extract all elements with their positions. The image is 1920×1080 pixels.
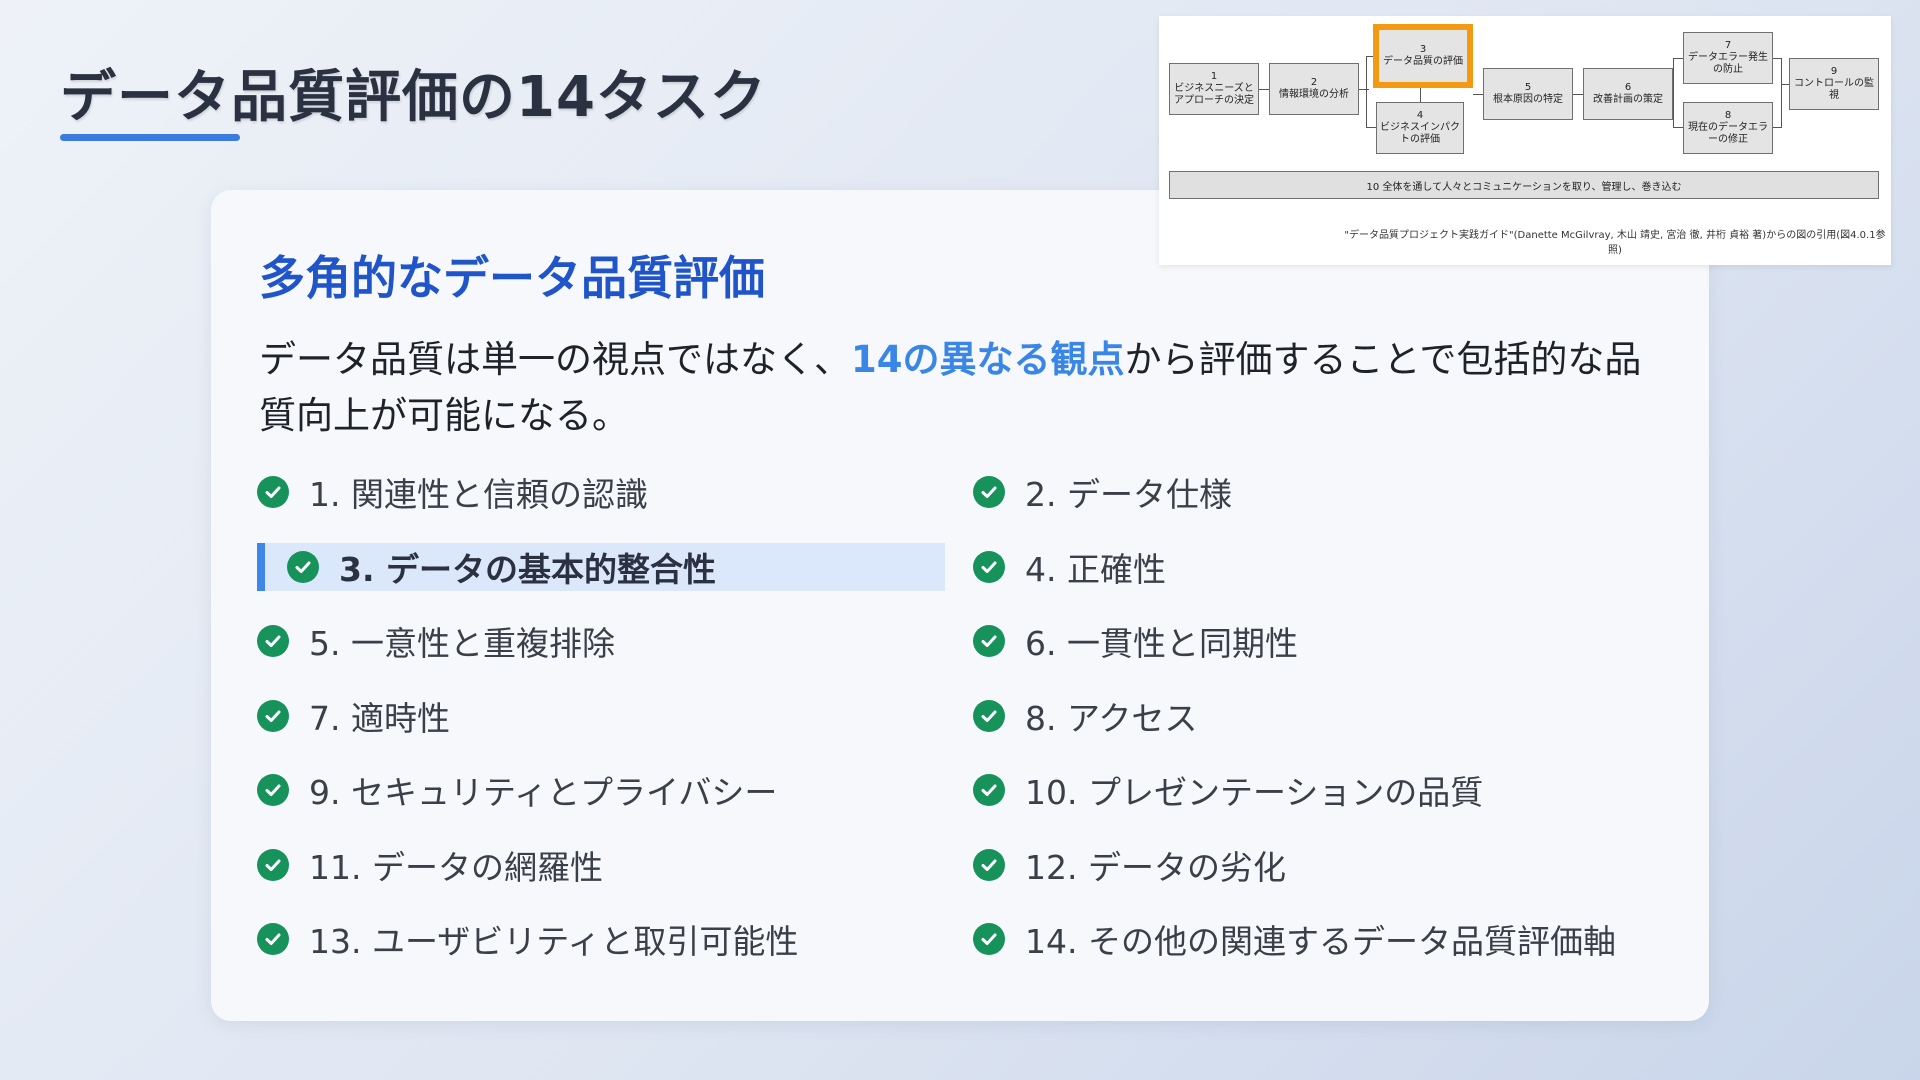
check-circle-icon bbox=[287, 551, 319, 583]
check-circle-icon bbox=[257, 923, 289, 955]
task-item: 4. 正確性 bbox=[973, 543, 1166, 591]
task-item: 6. 一貫性と同期性 bbox=[973, 617, 1298, 665]
check-circle-icon bbox=[973, 774, 1005, 806]
diagram-step-1: 1 ビジネスニーズとアプローチの決定 bbox=[1169, 63, 1259, 115]
connector bbox=[1259, 89, 1269, 90]
task-item: 13. ユーザビリティと取引可能性 bbox=[257, 915, 798, 963]
connector bbox=[1366, 56, 1367, 128]
task-label: 7. 適時性 bbox=[309, 699, 450, 738]
check-circle-icon bbox=[973, 551, 1005, 583]
task-label: 5. 一意性と重複排除 bbox=[309, 624, 615, 663]
connector bbox=[1573, 94, 1583, 95]
task-item: 1. 関連性と信頼の認識 bbox=[257, 468, 648, 516]
desc-highlight: 14の異なる観点 bbox=[851, 338, 1125, 381]
desc-before: データ品質は単一の視点ではなく、 bbox=[259, 338, 851, 381]
connector bbox=[1473, 94, 1483, 95]
title-underline bbox=[60, 134, 240, 141]
card-heading: 多角的なデータ品質評価 bbox=[259, 251, 765, 305]
card-description: データ品質は単一の視点ではなく、14の異なる観点から評価することで包括的な品質向… bbox=[259, 332, 1659, 444]
content-card: 多角的なデータ品質評価 データ品質は単一の視点ではなく、14の異なる観点から評価… bbox=[211, 190, 1709, 1021]
connector bbox=[1781, 58, 1782, 128]
diagram-step-2: 2 情報環境の分析 bbox=[1269, 63, 1359, 115]
check-circle-icon bbox=[257, 625, 289, 657]
connector bbox=[1420, 88, 1421, 102]
diagram-caption: "データ品質プロジェクト実践ガイド"(Danette McGilvray, 木山… bbox=[1344, 230, 1886, 256]
connector bbox=[1359, 89, 1369, 90]
task-label: 8. アクセス bbox=[1025, 699, 1198, 738]
task-label: 13. ユーザビリティと取引可能性 bbox=[309, 922, 799, 961]
connector bbox=[1781, 84, 1789, 85]
task-item: 7. 適時性 bbox=[257, 692, 450, 740]
task-item: 14. その他の関連するデータ品質評価軸 bbox=[973, 915, 1616, 963]
task-item: 9. セキュリティとプライバシー bbox=[257, 766, 777, 814]
check-circle-icon bbox=[257, 774, 289, 806]
diagram-step-9: 9 コントロールの監視 bbox=[1789, 58, 1879, 110]
task-item: 2. データ仕様 bbox=[973, 468, 1232, 516]
task-label: 11. データの網羅性 bbox=[309, 848, 603, 887]
task-label: 9. セキュリティとプライバシー bbox=[309, 773, 778, 812]
check-circle-icon bbox=[973, 849, 1005, 881]
diagram-step-6: 6 改善計画の策定 bbox=[1583, 68, 1673, 120]
task-label: 4. 正確性 bbox=[1025, 550, 1166, 589]
task-label: 1. 関連性と信頼の認識 bbox=[309, 475, 648, 514]
connector bbox=[1673, 127, 1683, 128]
diagram-step-10: 10 全体を通して人々とコミュニケーションを取り、管理し、巻き込む bbox=[1169, 171, 1879, 199]
task-label: 14. その他の関連するデータ品質評価軸 bbox=[1025, 922, 1616, 961]
check-circle-icon bbox=[257, 700, 289, 732]
diagram-step-8: 8 現在のデータエラーの修正 bbox=[1683, 102, 1773, 154]
task-item: 5. 一意性と重複排除 bbox=[257, 617, 615, 665]
check-circle-icon bbox=[257, 476, 289, 508]
task-label: 10. プレゼンテーションの品質 bbox=[1025, 773, 1484, 812]
task-item: 11. データの網羅性 bbox=[257, 841, 603, 889]
diagram-step-5: 5 根本原因の特定 bbox=[1483, 68, 1573, 120]
page-title: データ品質評価の14タスク bbox=[60, 65, 767, 130]
check-circle-icon bbox=[973, 700, 1005, 732]
connector bbox=[1673, 58, 1674, 128]
task-item: 10. プレゼンテーションの品質 bbox=[973, 766, 1483, 814]
task-label: 12. データの劣化 bbox=[1025, 848, 1286, 887]
process-diagram: 1 ビジネスニーズとアプローチの決定 2 情報環境の分析 3 データ品質の評価 4 ビジ… bbox=[1159, 16, 1891, 265]
check-circle-icon bbox=[973, 625, 1005, 657]
connector bbox=[1773, 127, 1781, 128]
check-circle-icon bbox=[973, 923, 1005, 955]
diagram-step-3: 3 データ品質の評価 bbox=[1373, 24, 1473, 88]
connector bbox=[1673, 58, 1683, 59]
connector bbox=[1366, 127, 1376, 128]
diagram-step-7: 7 データエラー発生の防止 bbox=[1683, 32, 1773, 84]
task-item: 12. データの劣化 bbox=[973, 841, 1286, 889]
task-label: 3. データの基本的整合性 bbox=[339, 550, 716, 589]
task-label: 6. 一貫性と同期性 bbox=[1025, 624, 1298, 663]
check-circle-icon bbox=[257, 849, 289, 881]
task-label: 2. データ仕様 bbox=[1025, 475, 1232, 514]
diagram-step-4: 4 ビジネスインパクトの評価 bbox=[1376, 102, 1464, 154]
task-item: 8. アクセス bbox=[973, 692, 1197, 740]
task-item: 3. データの基本的整合性 bbox=[257, 543, 945, 591]
connector bbox=[1366, 56, 1373, 57]
check-circle-icon bbox=[973, 476, 1005, 508]
connector bbox=[1773, 58, 1781, 59]
